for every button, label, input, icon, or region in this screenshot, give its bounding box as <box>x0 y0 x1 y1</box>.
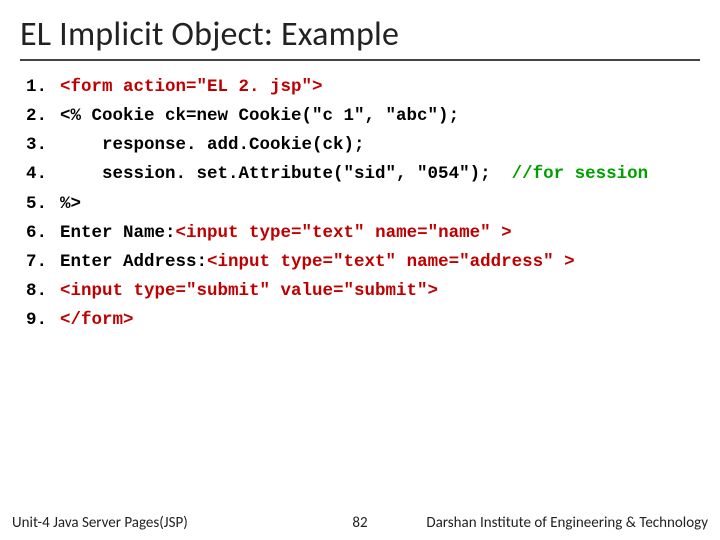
code-text: Enter Name:<input type="text" name="name… <box>60 223 512 243</box>
line-number: 4. <box>26 164 60 184</box>
code-block: 1. <form action="EL 2. jsp"> 2. <% Cooki… <box>20 77 700 330</box>
code-pre: Enter Name: <box>60 223 176 243</box>
code-text: %> <box>60 194 81 214</box>
footer: Unit-4 Java Server Pages(JSP) 82 Darshan… <box>0 506 720 540</box>
code-line: 8. <input type="submit" value="submit"> <box>26 281 700 301</box>
footer-unit: Unit-4 Java Server Pages(JSP) <box>0 514 330 532</box>
line-number: 6. <box>26 223 60 243</box>
line-number: 9. <box>26 310 60 330</box>
code-line: 2. <% Cookie ck=new Cookie("c 1", "abc")… <box>26 106 700 126</box>
page-title: EL Implicit Object: Example <box>20 14 700 61</box>
line-number: 7. <box>26 252 60 272</box>
code-markup: <input type="submit" value="submit"> <box>60 281 438 301</box>
code-text: <form action="EL 2. jsp"> <box>60 77 323 97</box>
code-line: 3. response. add.Cookie(ck); <box>26 135 700 155</box>
footer-page-number: 82 <box>330 514 390 532</box>
code-text: Enter Address:<input type="text" name="a… <box>60 252 575 272</box>
code-pre: session. set.Attribute("sid", "054"); <box>60 164 512 184</box>
code-text: <input type="submit" value="submit"> <box>60 281 438 301</box>
code-line: 9. </form> <box>26 310 700 330</box>
code-comment: //for session <box>512 164 649 184</box>
code-text: </form> <box>60 310 134 330</box>
code-line: 7. Enter Address:<input type="text" name… <box>26 252 700 272</box>
code-text: response. add.Cookie(ck); <box>60 135 365 155</box>
footer-institute: Darshan Institute of Engineering & Techn… <box>390 514 720 532</box>
code-text: session. set.Attribute("sid", "054"); //… <box>60 164 648 184</box>
code-line: 1. <form action="EL 2. jsp"> <box>26 77 700 97</box>
code-markup: </form> <box>60 310 134 330</box>
code-line: 5. %> <box>26 194 700 214</box>
code-text: <% Cookie ck=new Cookie("c 1", "abc"); <box>60 106 459 126</box>
code-markup: <form action="EL 2. jsp"> <box>60 77 323 97</box>
line-number: 3. <box>26 135 60 155</box>
code-line: 4. session. set.Attribute("sid", "054");… <box>26 164 700 184</box>
line-number: 1. <box>26 77 60 97</box>
code-line: 6. Enter Name:<input type="text" name="n… <box>26 223 700 243</box>
line-number: 8. <box>26 281 60 301</box>
code-markup: <input type="text" name="name" > <box>176 223 512 243</box>
code-pre: Enter Address: <box>60 252 207 272</box>
line-number: 2. <box>26 106 60 126</box>
code-markup: <input type="text" name="address" > <box>207 252 575 272</box>
line-number: 5. <box>26 194 60 214</box>
slide: EL Implicit Object: Example 1. <form act… <box>0 0 720 540</box>
